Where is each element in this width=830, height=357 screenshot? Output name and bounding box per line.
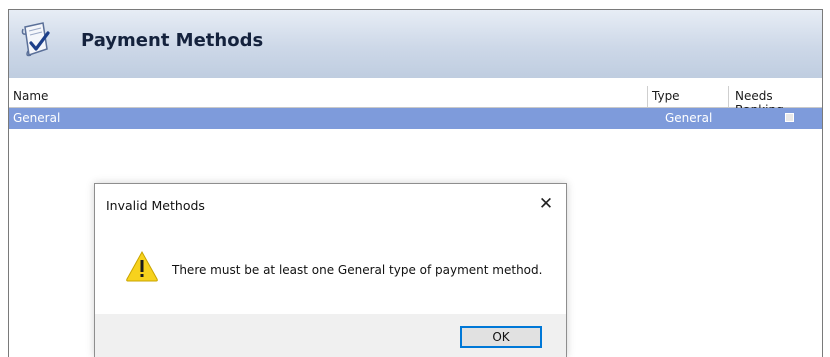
grid-header: Name Type Needs Banking [9, 86, 822, 117]
document-check-icon [21, 22, 50, 57]
table-row[interactable]: General General [9, 108, 822, 129]
needs-banking-checkbox[interactable] [785, 113, 794, 122]
dialog-footer: OK [95, 314, 566, 357]
column-header-type[interactable]: Type [652, 89, 680, 103]
column-divider[interactable] [647, 86, 648, 107]
dialog-title: Invalid Methods [106, 198, 205, 213]
column-divider[interactable] [728, 86, 729, 107]
invalid-methods-dialog: Invalid Methods ✕ There must be at least… [94, 183, 567, 357]
close-icon[interactable]: ✕ [535, 193, 557, 215]
ok-button[interactable]: OK [460, 326, 542, 348]
warning-icon [126, 250, 158, 282]
column-header-name[interactable]: Name [13, 89, 48, 103]
page-header: Payment Methods [9, 10, 822, 78]
page-title: Payment Methods [81, 30, 264, 51]
dialog-message: There must be at least one General type … [172, 263, 543, 277]
row-type-cell: General [665, 111, 713, 125]
row-name-cell: General [13, 111, 61, 125]
